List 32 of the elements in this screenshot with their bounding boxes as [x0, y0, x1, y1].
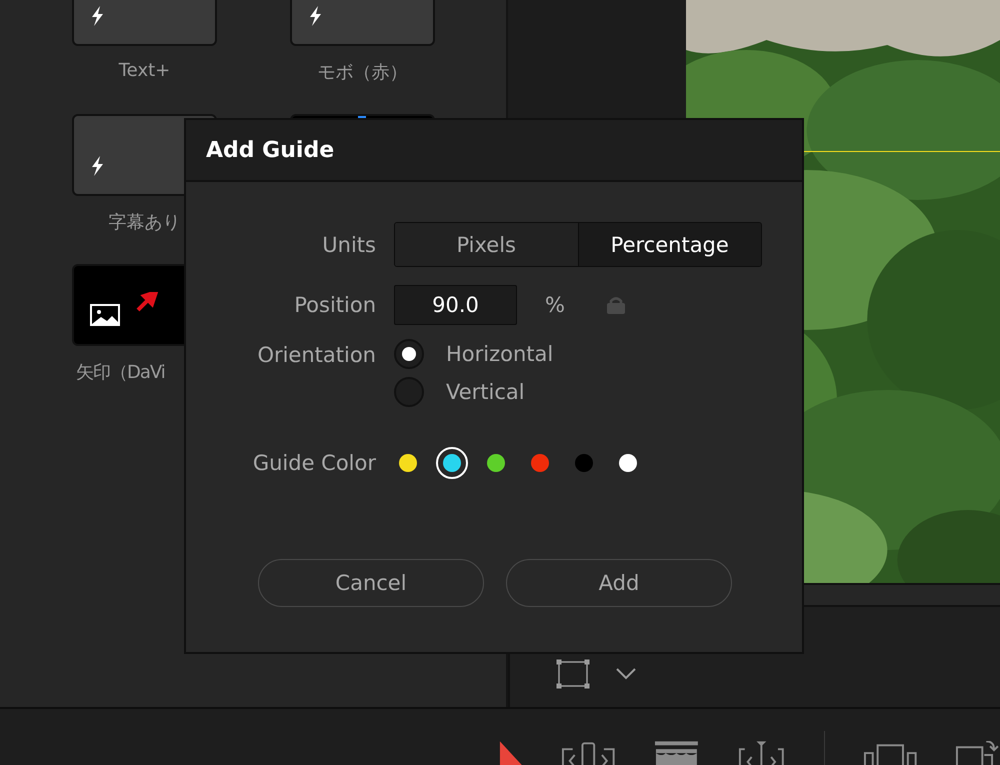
radio-button[interactable]: [394, 377, 424, 407]
lightning-icon: [308, 6, 322, 26]
tile-label: モボ（赤）: [318, 61, 408, 84]
arrow-icon: [136, 292, 158, 312]
unit-label: %: [545, 293, 565, 317]
replace-clip-icon[interactable]: [955, 741, 1000, 765]
slip-icon[interactable]: [736, 741, 786, 765]
radio-option[interactable]: Horizontal: [394, 339, 802, 369]
pointer-icon[interactable]: [498, 741, 524, 765]
position-field[interactable]: 90.0: [394, 285, 517, 325]
unit-option[interactable]: Percentage: [578, 223, 761, 266]
field-label: Position: [294, 293, 376, 317]
image-icon: [90, 304, 120, 326]
crop-icon[interactable]: [556, 659, 590, 689]
blade-icon[interactable]: [654, 741, 699, 765]
dialog-title: Add Guide: [206, 138, 334, 162]
color-swatch[interactable]: [436, 447, 468, 479]
dialog-button[interactable]: Cancel: [258, 559, 484, 607]
unit-option[interactable]: Pixels: [395, 223, 578, 266]
tile-label: 矢印（DaVi: [76, 361, 165, 384]
radio-option[interactable]: Vertical: [394, 377, 802, 407]
trim-icon[interactable]: [561, 741, 616, 765]
lightning-icon: [90, 6, 104, 26]
field-label: Units: [322, 232, 376, 256]
field-label: Guide Color: [252, 451, 376, 475]
lightning-icon: [90, 156, 104, 176]
field-label: Orientation: [257, 343, 376, 367]
tile-label: 字幕あり: [108, 211, 180, 234]
dialog-button[interactable]: Add: [506, 559, 732, 607]
chevron-down-icon[interactable]: [616, 668, 636, 680]
radio-button[interactable]: [394, 339, 424, 369]
tile-label: Text+: [118, 60, 170, 81]
